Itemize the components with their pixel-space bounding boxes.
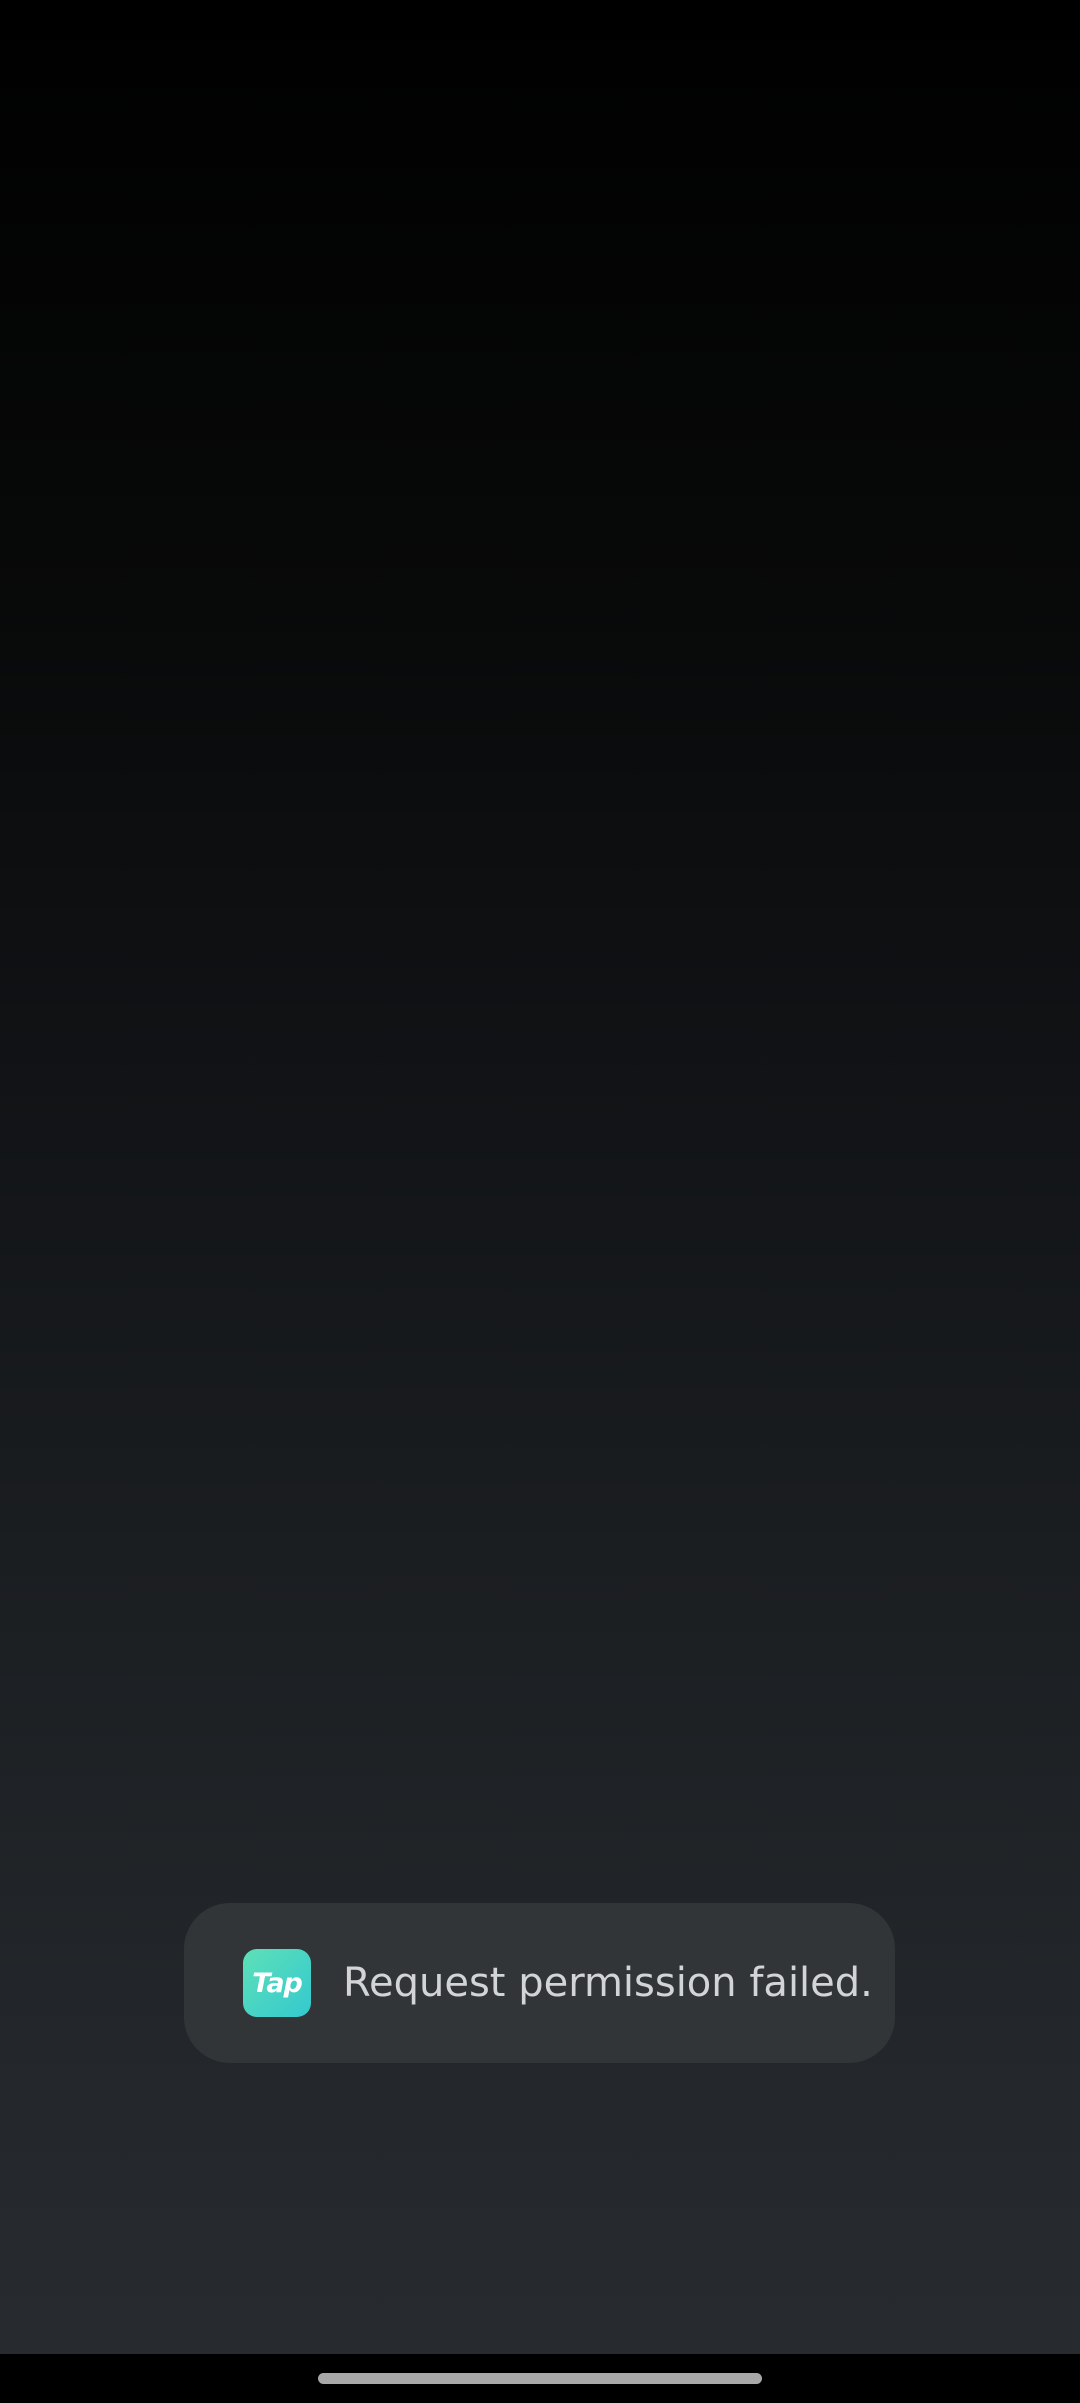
toast-notification: Tap Request permission failed. [184, 1903, 895, 2063]
toast-message: Request permission failed. [343, 1960, 873, 2006]
app-icon-label: Tap [252, 1967, 303, 1999]
navigation-bar [0, 2354, 1080, 2403]
app-screen: Tap Request permission failed. [0, 0, 1080, 2403]
taptap-app-icon: Tap [243, 1949, 311, 2017]
home-indicator[interactable] [318, 2373, 762, 2384]
